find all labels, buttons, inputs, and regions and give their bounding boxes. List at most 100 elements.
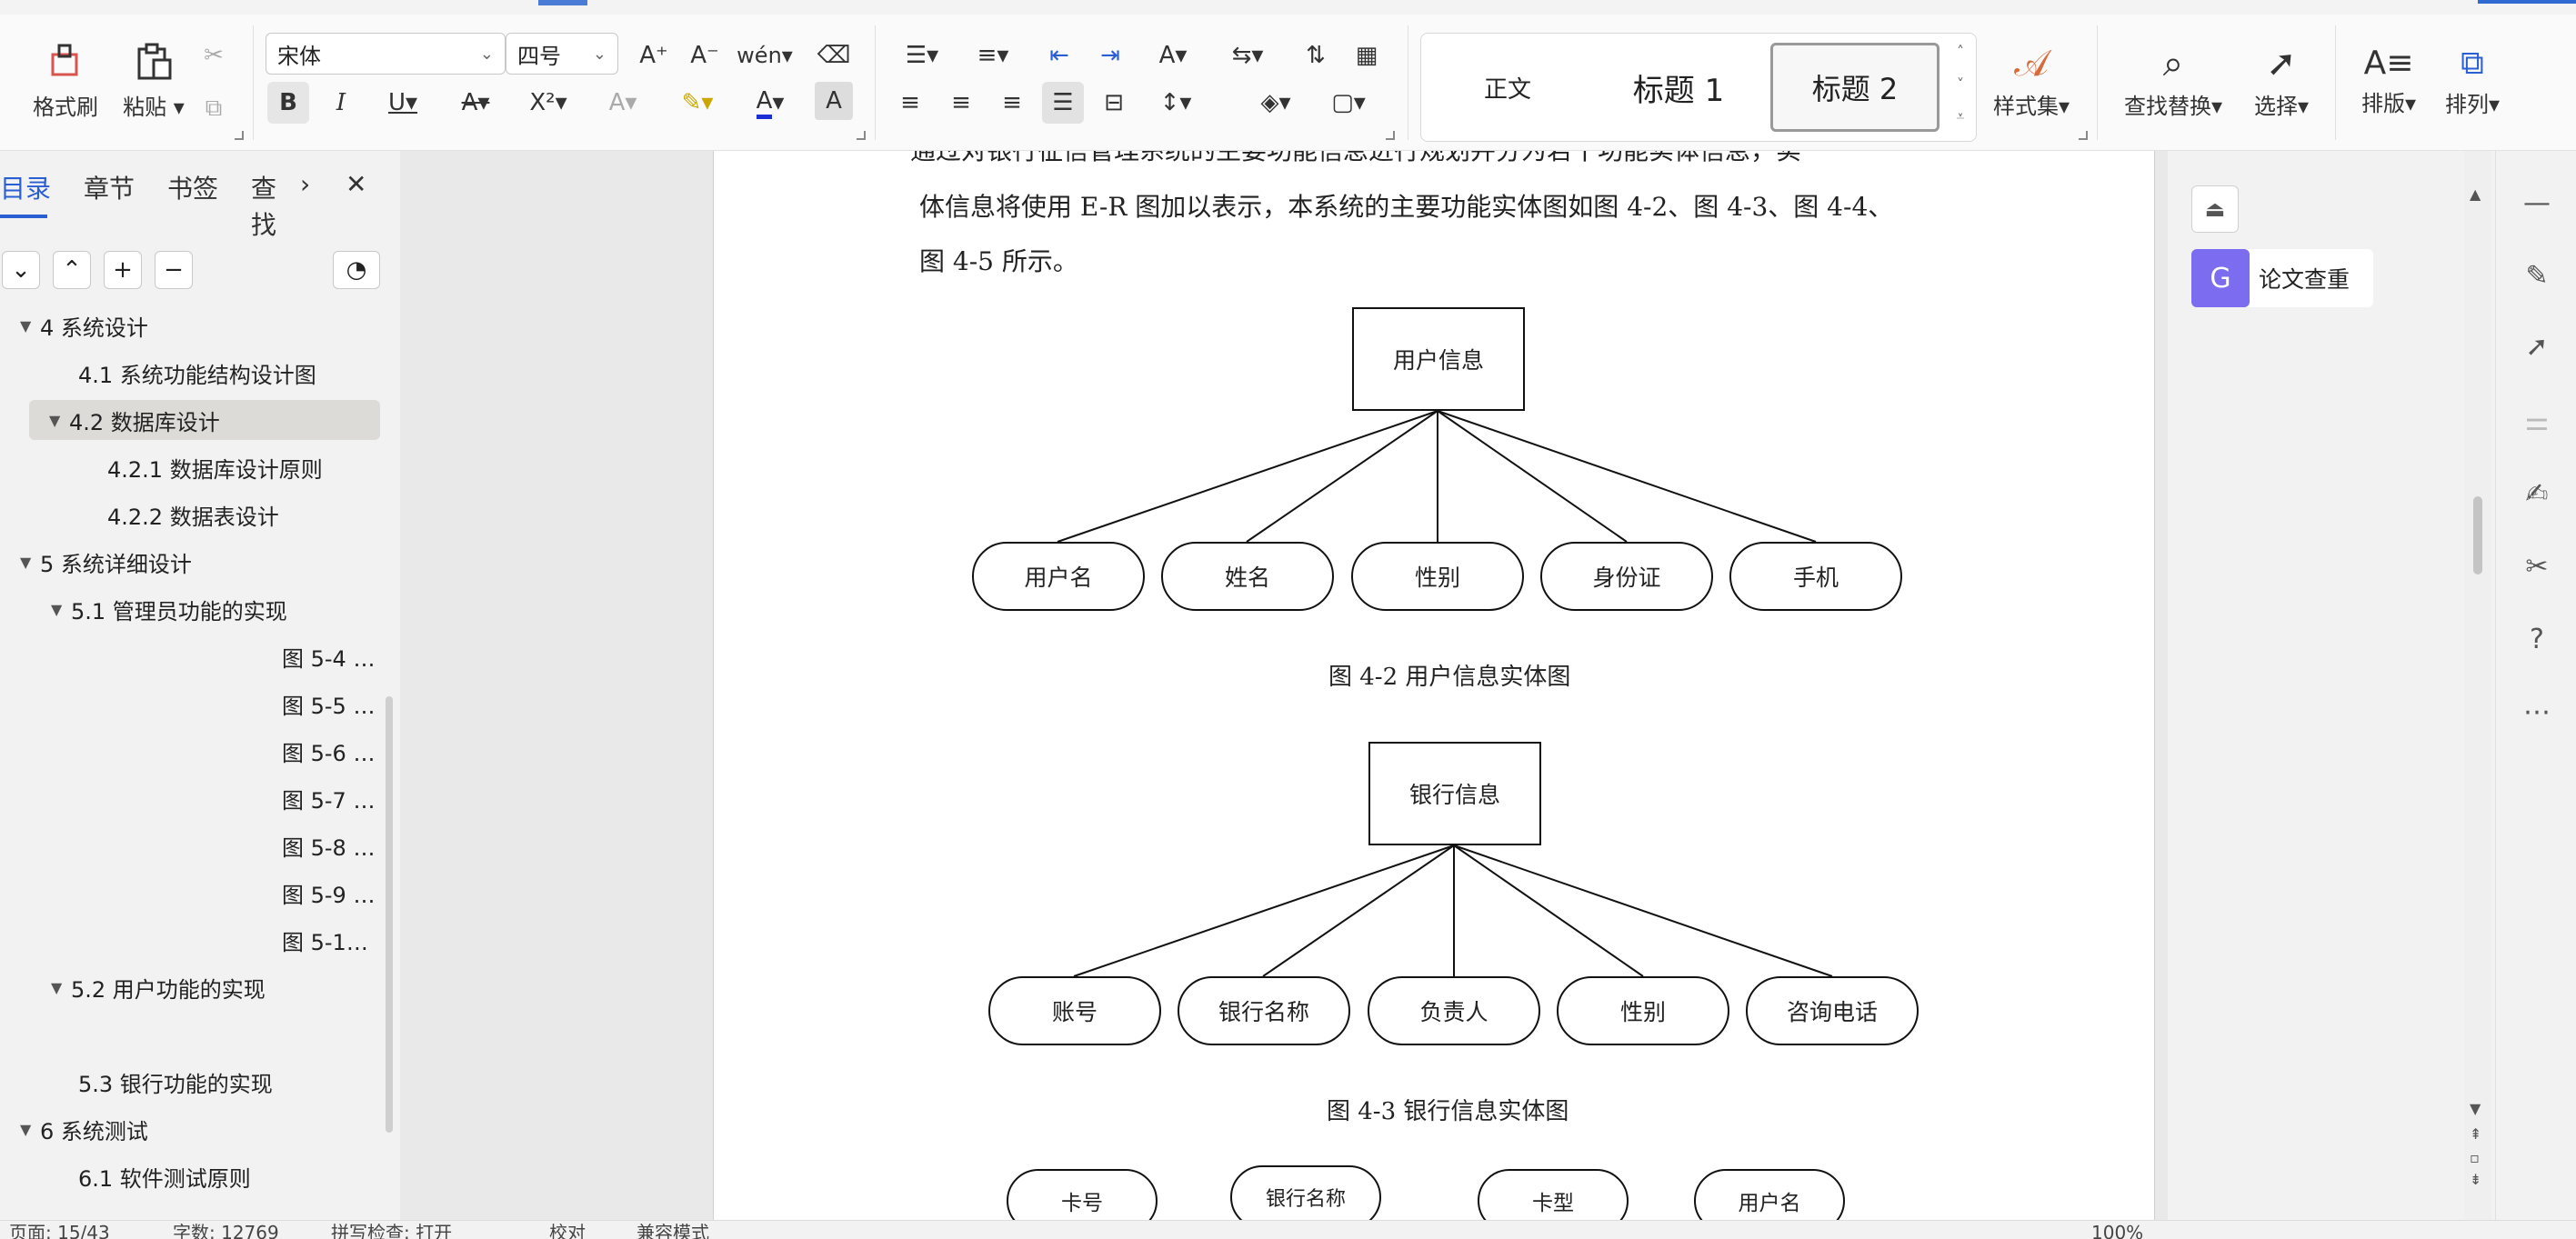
toc-item[interactable]: ▼ 4 系统设计 (0, 305, 391, 345)
select-browse-icon[interactable]: ▫ (2470, 1149, 2480, 1166)
highlight-icon[interactable]: ✎▾ (667, 82, 727, 124)
char-shading-icon[interactable]: A (815, 82, 853, 120)
er-attribute[interactable]: 卡号 (1007, 1169, 1158, 1220)
er-attribute[interactable]: 卡型 (1478, 1169, 1629, 1220)
line-spacing-icon[interactable]: ↕▾ (1148, 82, 1204, 124)
er-attribute[interactable]: 账号 (988, 976, 1161, 1045)
er-attribute[interactable]: 手机 (1729, 542, 1902, 611)
style-heading-1[interactable]: 标题 1 (1594, 43, 1763, 132)
shading-icon[interactable]: ◈▾ (1248, 82, 1304, 124)
toc-item[interactable]: ▼ 5 系统详细设计 (0, 542, 391, 582)
toc-item[interactable]: ▼ 6 系统测试 (0, 1109, 391, 1149)
toc-item[interactable]: 4.2.2 数据表设计 (0, 495, 391, 535)
increase-indent-icon[interactable]: ⇥ (1089, 35, 1131, 76)
status-page[interactable]: 页面: 15/43 (9, 1221, 110, 1239)
border-icon[interactable]: ▢▾ (1320, 82, 1377, 124)
er-attribute[interactable]: 负责人 (1368, 976, 1540, 1045)
er-attribute[interactable]: 用户名 (1694, 1169, 1845, 1220)
more-icon[interactable]: ⋯ (2516, 691, 2558, 733)
toc-scrollbar[interactable] (386, 696, 393, 1133)
bold-icon[interactable]: B (267, 82, 309, 124)
status-spell[interactable]: 拼写检查: 打开 (331, 1221, 452, 1239)
strikethrough-icon[interactable]: A▾ (446, 82, 506, 124)
font-color-icon[interactable]: A ▾ (740, 82, 800, 124)
styles-launcher-icon[interactable] (2079, 131, 2088, 140)
paragraph-launcher-icon[interactable] (1386, 131, 1395, 140)
collapse-panel-icon[interactable]: ⏏ (2191, 185, 2239, 233)
style-scroll-up-icon[interactable]: ˄ (1949, 37, 1972, 65)
decrease-indent-icon[interactable]: ⇤ (1038, 35, 1080, 76)
sliders-icon[interactable]: ⚌ (2516, 400, 2558, 442)
tab-find[interactable]: 查找 (251, 169, 291, 242)
toc-item[interactable]: 图 5-6 … (0, 731, 391, 771)
font-name-select[interactable]: 宋体 ⌄ (266, 33, 506, 75)
font-launcher-icon[interactable] (857, 131, 866, 140)
document-scrollbar[interactable]: ▲ ▼ ⇞ ▫ ⇟ (2464, 151, 2491, 1220)
select-button[interactable]: ➚ 选择▾ (2240, 31, 2322, 131)
superscript-icon[interactable]: X²▾ (518, 82, 578, 124)
er-attribute[interactable]: 身份证 (1540, 542, 1713, 611)
status-proof[interactable]: 校对 (549, 1221, 586, 1239)
toc-item-selected[interactable]: ▼ 4.2 数据库设计 (29, 400, 380, 440)
expand-triangle-icon[interactable]: ▼ (49, 412, 69, 429)
toc-item[interactable]: 6.1 软件测试原则 (0, 1156, 391, 1196)
expand-triangle-icon[interactable]: ▼ (51, 601, 71, 618)
scroll-thumb[interactable] (2473, 496, 2482, 575)
text-direction-icon[interactable]: A▾ (1146, 35, 1200, 76)
toc-item[interactable]: ▼ 5.1 管理员功能的实现 (0, 589, 391, 629)
expand-triangle-icon[interactable]: ▼ (20, 317, 40, 335)
collapse-all-icon[interactable]: ⌄ (2, 251, 40, 289)
format-painter-button[interactable]: 格式刷 (24, 31, 107, 131)
er-attribute[interactable]: 咨询电话 (1746, 976, 1919, 1045)
add-heading-icon[interactable]: + (104, 251, 142, 289)
er-entity-user[interactable]: 用户信息 (1352, 307, 1525, 411)
er-attribute[interactable]: 性别 (1351, 542, 1524, 611)
chevron-right-icon[interactable]: › (300, 169, 310, 199)
close-icon[interactable]: ✕ (346, 169, 366, 199)
underline-icon[interactable]: U▾ (373, 82, 433, 124)
tools-icon[interactable]: ✂ (2516, 545, 2558, 587)
scroll-up-icon[interactable]: ▲ (2470, 185, 2481, 203)
er-entity-bank[interactable]: 银行信息 (1368, 742, 1541, 845)
expand-triangle-icon[interactable]: ▼ (20, 554, 40, 571)
cursor-arrow-icon[interactable]: ➚ (2516, 325, 2558, 367)
layout-button[interactable]: A≡ 排版▾ (2350, 31, 2428, 131)
align-right-icon[interactable]: ≡ (991, 82, 1033, 124)
toc-item[interactable]: ▼ 5.2 用户功能的实现 (0, 967, 391, 1007)
expand-triangle-icon[interactable]: ▼ (20, 1121, 40, 1138)
status-compat[interactable]: 兼容模式 (636, 1221, 709, 1239)
style-set-button[interactable]: 𝒜 样式集▾ (1984, 31, 2079, 131)
tab-bookmarks[interactable]: 书签 (167, 169, 218, 205)
shrink-font-icon[interactable]: A⁻ (684, 35, 726, 76)
style-scroll-down-icon[interactable]: ˅ (1949, 70, 1972, 97)
er-attribute[interactable]: 银行名称 (1230, 1165, 1381, 1220)
er-attribute[interactable]: 姓名 (1161, 542, 1334, 611)
wrap-icon[interactable]: ⇆▾ (1220, 35, 1275, 76)
copy-icon[interactable]: ⧉ (193, 87, 235, 129)
justify-icon[interactable]: ☰ (1042, 82, 1084, 124)
toc-item[interactable]: 图 5-8 … (0, 825, 391, 865)
toc-item[interactable]: 图 5-5 … (0, 684, 391, 724)
expand-up-icon[interactable]: ⌃ (53, 251, 91, 289)
arrange-button[interactable]: ⧉ 排列▾ (2433, 31, 2511, 131)
tab-chapters[interactable]: 章节 (84, 169, 135, 205)
clipboard-launcher-icon[interactable] (235, 131, 244, 140)
align-center-icon[interactable]: ≡ (940, 82, 982, 124)
align-left-icon[interactable]: ≡ (889, 82, 931, 124)
expand-triangle-icon[interactable]: ▼ (51, 979, 71, 996)
toc-item-empty[interactable] (0, 1014, 391, 1054)
grow-font-icon[interactable]: A⁺ (633, 35, 675, 76)
smart-toc-icon[interactable]: ◔ (333, 251, 380, 289)
numbered-list-icon[interactable]: ≡▾ (966, 35, 1020, 76)
tab-toc[interactable]: 目录 (0, 169, 51, 218)
status-words[interactable]: 字数: 12769 (173, 1221, 279, 1239)
pen-icon[interactable]: ✎ (2516, 255, 2558, 296)
next-page-icon[interactable]: ⇟ (2470, 1171, 2481, 1188)
toc-item[interactable]: 图 5-1… (0, 920, 391, 960)
toc-item[interactable]: 图 5-9 … (0, 873, 391, 913)
signature-icon[interactable]: ✍ (2516, 473, 2558, 515)
help-icon[interactable]: ? (2516, 618, 2558, 660)
toc-item[interactable]: 4.1 系统功能结构设计图 (0, 353, 391, 393)
remove-heading-icon[interactable]: − (155, 251, 193, 289)
table-grid-icon[interactable]: ▦ (1346, 35, 1388, 76)
